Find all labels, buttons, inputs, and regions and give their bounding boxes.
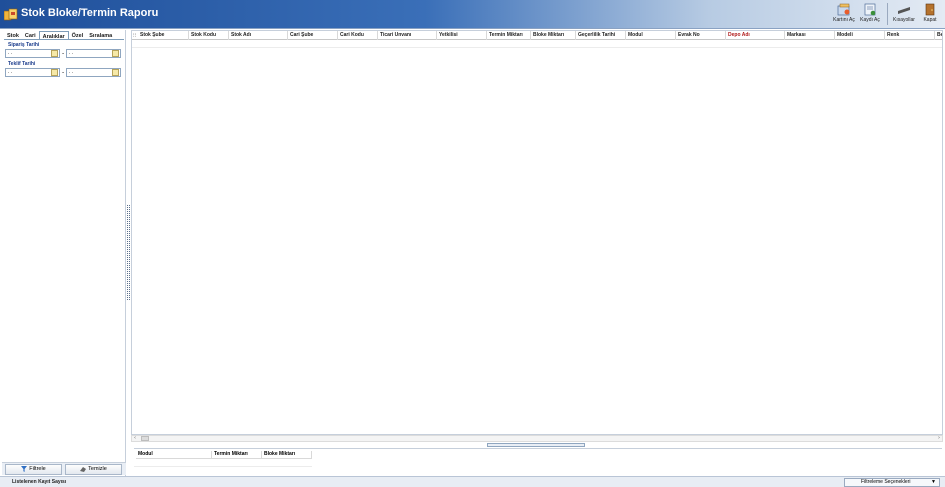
detail-row[interactable] (134, 460, 312, 467)
filter-panel: Stok Cari Aralıklar Özel Sıralama Sipari… (2, 30, 126, 476)
column-header[interactable]: Stok Şube (138, 31, 189, 40)
clear-button[interactable]: Temizle (65, 464, 122, 475)
detail-grid: Modul Termin Miktarı Bloke Miktarı (134, 448, 942, 475)
open-record-icon (864, 3, 876, 16)
shortcuts-label: Kısayollar (893, 17, 915, 23)
funnel-icon (21, 465, 28, 472)
column-header[interactable]: Ticari Unvanı (378, 31, 437, 40)
column-header[interactable]: Stok Adı (229, 31, 288, 40)
open-card-button[interactable]: Kartını Aç (831, 3, 857, 27)
column-header[interactable]: Bloke Miktarı (531, 31, 576, 40)
column-header[interactable]: Stok Kodu (189, 31, 229, 40)
close-label: Kapat (923, 17, 937, 23)
open-card-icon (837, 3, 850, 16)
open-card-label: Kartını Aç (833, 17, 855, 23)
range-dash: - (62, 50, 65, 57)
column-header[interactable]: Markası (785, 31, 835, 40)
calendar-icon[interactable] (51, 69, 58, 76)
scroll-right-icon[interactable]: › (938, 435, 940, 441)
order-date-from-input[interactable]: . . (5, 49, 60, 58)
column-header[interactable]: Cari Şube (288, 31, 338, 40)
table-row[interactable] (132, 41, 942, 48)
calendar-icon[interactable] (51, 50, 58, 57)
open-record-button[interactable]: Kaydı Aç (858, 3, 882, 27)
filter-options-label: Filtreleme Seçenekleri (861, 479, 911, 485)
record-count-label: Listelenen Kayıt Sayısı (12, 479, 67, 485)
order-date-label: Sipariş Tarihi (8, 42, 40, 48)
panel-splitter[interactable] (127, 205, 130, 300)
results-grid: ⁝⁝ Stok Şube Stok Kodu Stok Adı Cari Şub… (131, 30, 943, 435)
clear-button-label: Temizle (88, 466, 107, 472)
detail-column-header[interactable]: Termin Miktarı (212, 451, 262, 459)
shortcuts-icon (898, 7, 910, 14)
shortcuts-button[interactable]: Kısayollar (891, 3, 917, 27)
calendar-icon[interactable] (112, 50, 119, 57)
column-header[interactable]: Termin Miktarı (487, 31, 531, 40)
order-date-to-input[interactable]: . . (66, 49, 121, 58)
column-header[interactable]: Modul (626, 31, 676, 40)
detail-column-header[interactable]: Bloke Miktarı (262, 451, 312, 459)
tab-divider (4, 39, 124, 40)
calendar-icon[interactable] (112, 69, 119, 76)
filter-button-label: Filtrele (29, 466, 46, 472)
column-header[interactable]: Yetkilisi (437, 31, 487, 40)
column-header[interactable]: Modeli (835, 31, 885, 40)
toolbar-separator (887, 3, 888, 25)
quote-date-to-input[interactable]: . . (66, 68, 121, 77)
filter-button[interactable]: Filtrele (5, 464, 62, 475)
column-header[interactable]: Geçerlilik Tarihi (576, 31, 626, 40)
quote-date-label: Teklif Tarihi (8, 61, 36, 67)
filter-options-dropdown[interactable]: Filtreleme Seçenekleri ▼ (844, 478, 940, 487)
column-header[interactable]: Evrak No (676, 31, 726, 40)
row-selector-icon[interactable]: ⁝⁝ (133, 33, 136, 39)
status-bar: Listelenen Kayıt Sayısı Filtreleme Seçen… (0, 476, 945, 487)
detail-splitter[interactable] (487, 443, 585, 447)
filter-actions: Filtrele Temizle (2, 462, 126, 475)
column-header[interactable]: Depo Adı (726, 31, 785, 40)
quote-date-to-value: . . (69, 69, 74, 75)
title-bar: Stok Bloke/Termin Raporu Kartını Aç Kayd… (0, 0, 945, 29)
exit-door-icon (925, 3, 935, 16)
grid-header: ⁝⁝ Stok Şube Stok Kodu Stok Adı Cari Şub… (132, 31, 942, 40)
eraser-icon (80, 466, 87, 472)
open-record-label: Kaydı Aç (860, 17, 880, 23)
close-button[interactable]: Kapat (919, 3, 941, 27)
app-logo-icon (4, 8, 18, 21)
horizontal-scrollbar[interactable]: ‹ › (131, 435, 943, 442)
quote-date-from-value: . . (8, 69, 13, 75)
quote-date-from-input[interactable]: . . (5, 68, 60, 77)
range-dash: - (62, 69, 65, 76)
chevron-down-icon: ▼ (931, 479, 936, 485)
column-header[interactable]: Be (935, 31, 942, 40)
scroll-thumb[interactable] (141, 436, 149, 441)
column-header[interactable]: Renk (885, 31, 935, 40)
detail-column-header[interactable]: Modul (136, 451, 212, 459)
order-date-from-value: . . (8, 50, 13, 56)
order-date-to-value: . . (69, 50, 74, 56)
column-header[interactable]: Cari Kodu (338, 31, 378, 40)
window-title: Stok Bloke/Termin Raporu (21, 7, 159, 19)
scroll-left-icon[interactable]: ‹ (134, 435, 136, 441)
